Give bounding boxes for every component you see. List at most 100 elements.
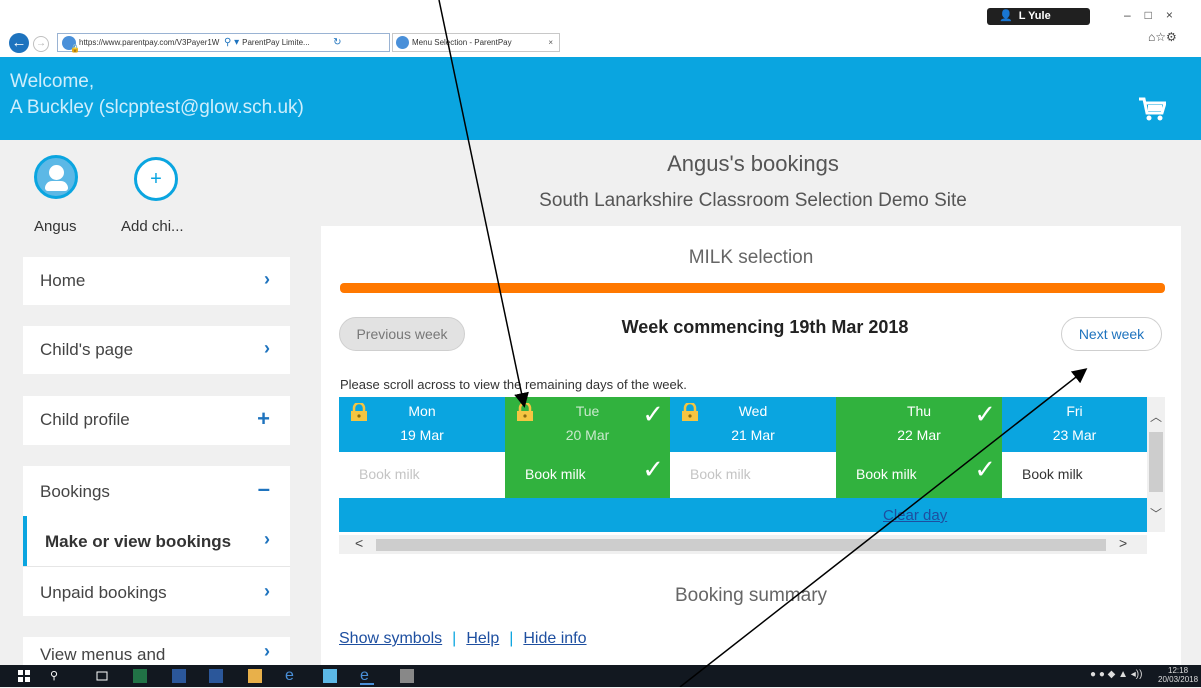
book-label: Book milk [856,466,917,482]
chevron-right-icon: › [264,641,270,661]
tab-close-icon[interactable]: × [548,34,553,51]
child-avatar[interactable] [34,155,78,199]
book-label: Book milk [525,466,586,482]
plus-icon: + [257,406,270,431]
refresh-icon[interactable]: ↻ [333,34,341,51]
book-milk-thu[interactable]: Book milk ✓ [836,452,1002,498]
ie-active-icon[interactable]: e [360,668,374,685]
check-icon: ✓ [642,399,664,429]
user-name: L Yule [1018,10,1051,22]
horizontal-scroll-thumb[interactable] [376,539,1106,551]
app-icon[interactable] [323,669,337,683]
file-icon[interactable] [172,669,186,683]
nav-label: Child's page [40,340,134,359]
section-progress-bar [340,283,1165,293]
search-icon[interactable]: ⚲ [50,669,64,683]
nav-make-or-view-bookings[interactable]: Make or view bookings › [23,516,290,566]
search-icon[interactable]: ⚲ ▾ [224,34,239,51]
address-url[interactable]: https://www.parentpay.com/V3Payer1W [79,34,221,51]
book-milk-fri[interactable]: Book milk [1002,452,1147,498]
day-date: 19 Mar [400,427,444,443]
scroll-up-icon[interactable]: ︿ [1150,408,1162,425]
user-badge: 👤 L Yule [987,8,1090,25]
nav-label: View menus and [40,645,166,664]
chevron-right-icon: › [264,269,270,289]
page-title: Angus's bookings [667,151,839,176]
help-link[interactable]: Help [466,630,499,647]
address-bar[interactable]: https://www.parentpay.com/V3Payer1W ⚲ ▾ 🔒 P… [57,33,390,53]
check-icon: ✓ [974,454,996,484]
system-tray-icons[interactable]: ● ● ◆ ▲ ◂)) [1090,669,1142,680]
info-links: Show symbols | Help | Hide info [339,630,587,648]
clock-date: 20/03/2018 [1158,675,1199,684]
user-icon: 👤 [999,10,1013,22]
day-header-mon[interactable]: Mon 19 Mar [339,397,505,452]
booking-summary-heading: Booking summary [674,585,828,606]
week-commencing: Week commencing 19th Mar 2018 [621,317,909,337]
day-date: 21 Mar [731,427,775,443]
day-name: Fri [1066,403,1083,419]
nav-label[interactable]: Unpaid bookings [40,583,167,603]
previous-week-button[interactable]: Previous week [339,317,465,351]
excel-icon[interactable] [133,669,147,683]
check-icon: ✓ [974,399,996,429]
welcome-text: Welcome, [10,71,95,92]
day-header-fri[interactable]: Fri 23 Mar [1002,397,1147,452]
app-icon[interactable] [400,669,414,683]
clear-day-link[interactable]: Clear day [883,507,947,524]
day-name: Wed [738,403,768,419]
site-identity[interactable]: ParentPay Limite... [242,34,330,51]
day-header-thu[interactable]: Thu 22 Mar ✓ [836,397,1002,452]
add-child-label[interactable]: Add chi... [121,218,184,235]
tab-label: Menu Selection - ParentPay [412,38,512,47]
task-view-icon[interactable] [95,669,109,683]
chevron-right-icon[interactable]: › [264,581,270,602]
book-milk-mon: Book milk [339,452,505,498]
day-header-tue[interactable]: Tue 20 Mar ✓ [505,397,670,452]
clear-day-row [339,498,1147,532]
divider: | [452,630,457,647]
vertical-scroll-thumb[interactable] [1149,432,1163,492]
nav-label: Make or view bookings [45,532,232,551]
hide-info-link[interactable]: Hide info [523,630,586,647]
file-explorer-icon[interactable] [248,669,262,683]
shopping-cart-icon[interactable] [1138,96,1166,122]
ie-icon[interactable]: e [285,668,299,684]
section-title: MILK selection [688,247,814,268]
book-milk-tue[interactable]: Book milk ✓ [505,452,670,498]
child-name[interactable]: Angus [34,218,77,235]
browser-tab[interactable]: Menu Selection - ParentPay × [392,33,560,52]
page-subtitle: South Lanarkshire Classroom Selection De… [539,190,967,211]
nav-view-menus[interactable]: View menus and › [23,637,290,665]
day-header-wed[interactable]: Wed 21 Mar [670,397,836,452]
word-icon[interactable] [209,669,223,683]
scroll-left-icon[interactable]: < [355,535,363,551]
show-symbols-link[interactable]: Show symbols [339,630,442,647]
divider [23,566,290,567]
chevron-right-icon: › [264,529,270,549]
nav-label: Bookings [40,482,110,501]
window-controls[interactable]: –□× [1124,8,1187,22]
nav-child-profile[interactable]: Child profile + [23,396,290,445]
user-account: A Buckley (slcpptest@glow.sch.uk) [10,97,304,118]
scroll-down-icon[interactable]: ﹀ [1150,505,1162,522]
back-icon[interactable]: ← [9,33,29,53]
book-milk-wed: Book milk [670,452,836,498]
day-date: 23 Mar [1052,427,1097,443]
windows-start-icon[interactable] [17,669,31,683]
scroll-instruction: Please scroll across to view the remaini… [340,377,687,392]
add-child-icon[interactable]: + [134,157,178,201]
day-name: Mon [408,403,436,419]
book-label: Book milk [690,466,751,482]
minus-icon: – [257,476,270,501]
forward-icon[interactable]: → [33,36,49,52]
next-week-button[interactable]: Next week [1061,317,1162,351]
taskbar-clock[interactable]: 12:18 20/03/2018 [1158,666,1198,684]
ie-icon [396,36,409,50]
browser-toolbar-icons[interactable]: ⌂☆⚙ [1148,30,1177,44]
divider: | [509,630,514,647]
book-label: Book milk [1022,466,1083,482]
nav-home[interactable]: Home › [23,257,290,305]
nav-childs-page[interactable]: Child's page › [23,326,290,374]
scroll-right-icon[interactable]: > [1119,535,1127,551]
